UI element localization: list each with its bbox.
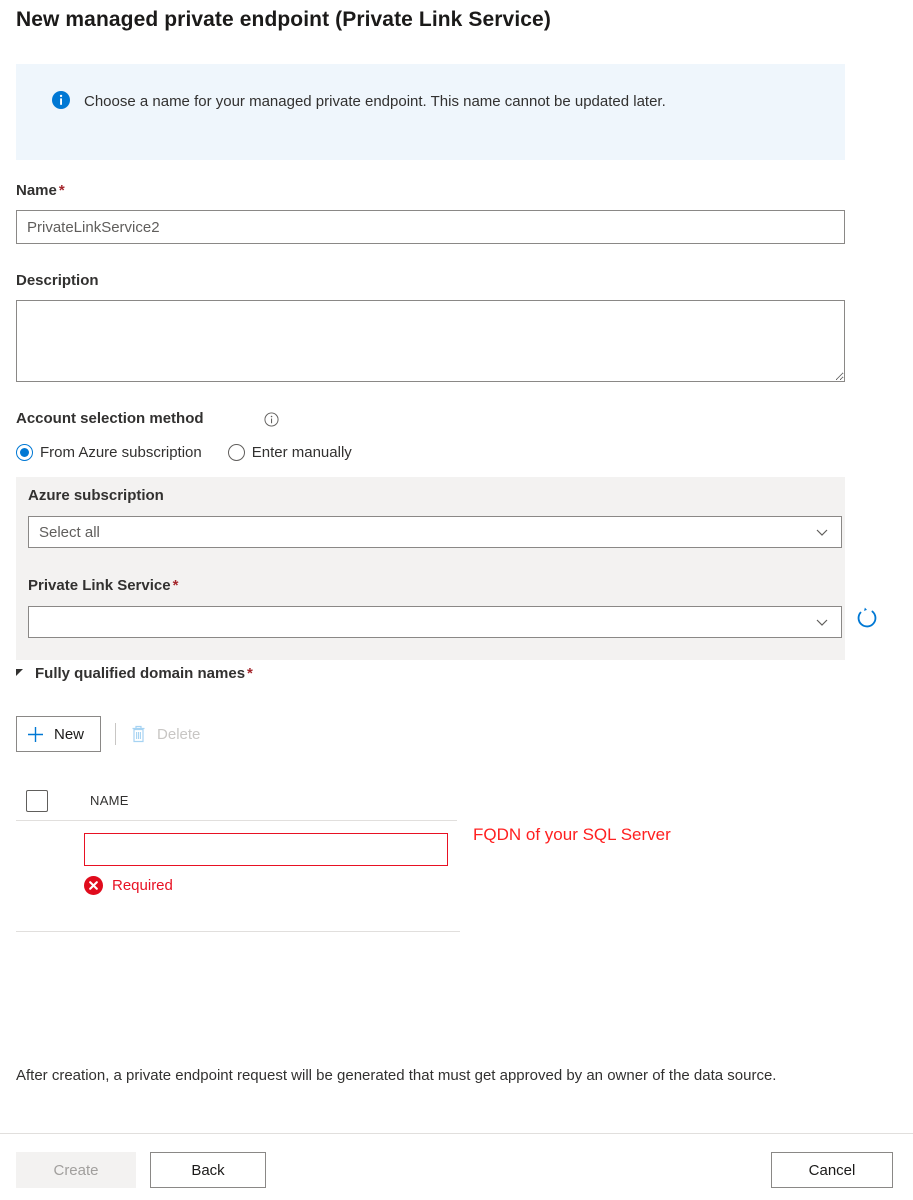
- azure-subscription-label: Azure subscription: [28, 487, 164, 504]
- fqdn-section-title: Fully qualified domain names: [35, 665, 246, 682]
- action-bar-divider: [0, 1133, 913, 1134]
- back-button[interactable]: Back: [150, 1152, 266, 1188]
- create-button: Create: [16, 1152, 136, 1188]
- refresh-icon: [854, 607, 880, 634]
- description-label: Description: [16, 272, 99, 289]
- account-selection-radio-group: From Azure subscription Enter manually: [16, 444, 352, 461]
- radio-mark-selected: [16, 444, 33, 461]
- azure-subscription-value: Select all: [39, 523, 100, 541]
- error-circle-x-icon: [84, 876, 103, 895]
- triangle-expanded-icon: [16, 669, 23, 676]
- radio-from-azure-subscription[interactable]: From Azure subscription: [16, 444, 202, 461]
- select-all-checkbox[interactable]: [26, 789, 48, 812]
- cancel-button[interactable]: Cancel: [771, 1152, 893, 1188]
- chevron-down-icon: [815, 615, 829, 629]
- name-label: Name *: [16, 182, 65, 199]
- radio-enter-manually-label: Enter manually: [251, 444, 352, 461]
- toolbar-separator: [115, 723, 117, 745]
- fqdn-toolbar: New Delete: [16, 716, 200, 752]
- name-required-asterisk: *: [58, 182, 65, 199]
- refresh-private-link-service-button[interactable]: [853, 605, 881, 633]
- name-input[interactable]: [16, 210, 845, 244]
- new-managed-private-endpoint-panel: New managed private endpoint (Private Li…: [0, 0, 913, 1200]
- fqdn-validation-message: Required: [84, 876, 173, 895]
- radio-mark-unselected: [227, 444, 245, 461]
- footer-note: After creation, a private endpoint reque…: [16, 1067, 777, 1084]
- page-title: New managed private endpoint (Private Li…: [16, 8, 551, 31]
- private-link-service-required-asterisk: *: [172, 577, 179, 594]
- private-link-service-dropdown[interactable]: [28, 606, 842, 638]
- info-banner-text: Choose a name for your managed private e…: [84, 93, 666, 110]
- fqdn-required-asterisk: *: [247, 665, 253, 682]
- delete-button: Delete: [130, 724, 200, 744]
- fqdn-table-header: NAME: [16, 781, 457, 821]
- trash-icon: [130, 724, 147, 744]
- chevron-down-icon: [815, 525, 829, 539]
- required-error-text: Required: [112, 877, 173, 894]
- table-row: Required: [16, 822, 460, 932]
- new-button[interactable]: New: [16, 716, 102, 752]
- info-outline-icon[interactable]: [264, 412, 279, 427]
- description-textarea[interactable]: [16, 300, 845, 382]
- fqdn-annotation: FQDN of your SQL Server: [473, 825, 671, 844]
- info-banner: Choose a name for your managed private e…: [16, 64, 845, 160]
- plus-icon: [27, 726, 44, 743]
- delete-button-label: Delete: [157, 725, 201, 743]
- info-circle-icon: [52, 91, 70, 109]
- radio-from-azure-subscription-label: From Azure subscription: [40, 444, 202, 461]
- fqdn-name-input[interactable]: [84, 833, 448, 866]
- column-header-name: NAME: [90, 793, 129, 808]
- private-link-service-label: Private Link Service *: [28, 577, 178, 594]
- new-button-label: New: [54, 725, 85, 743]
- fqdn-section-header[interactable]: Fully qualified domain names *: [16, 665, 253, 682]
- radio-enter-manually[interactable]: Enter manually: [227, 444, 352, 461]
- private-link-service-label-text: Private Link Service: [28, 577, 171, 594]
- azure-subscription-dropdown[interactable]: Select all: [28, 516, 842, 548]
- account-selection-method-label: Account selection method: [16, 410, 204, 427]
- name-label-text: Name: [16, 182, 57, 199]
